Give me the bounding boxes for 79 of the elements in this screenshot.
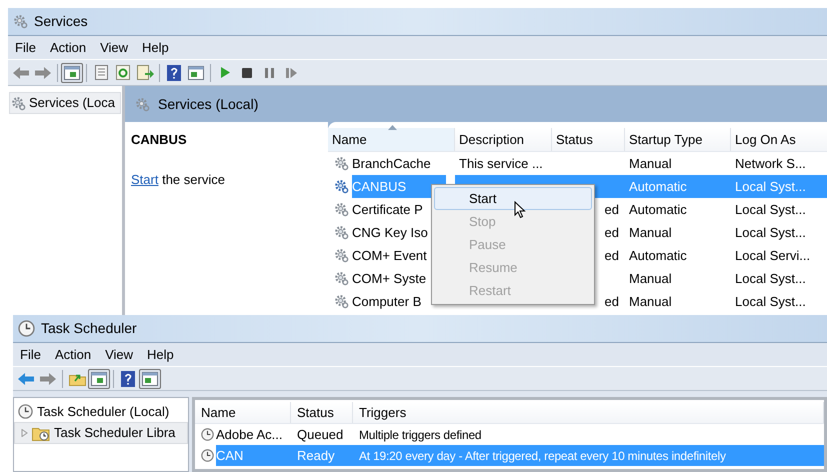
service-name-cell[interactable]: BranchCache	[328, 152, 455, 175]
column-header[interactable]: Name	[195, 402, 291, 423]
export-button[interactable]	[134, 62, 156, 82]
console-tree-button[interactable]	[88, 368, 110, 388]
pause-icon	[264, 68, 274, 78]
menu-item[interactable]: Help	[142, 344, 179, 364]
column-header[interactable]: Startup Type	[625, 128, 731, 151]
table-cell-text: Automatic	[628, 246, 688, 265]
folder-clock-icon	[32, 425, 50, 441]
table-cell-text: Local Syst...	[734, 292, 807, 311]
gear-icon	[334, 294, 349, 309]
table-cell-text: Manual	[628, 270, 673, 288]
gear-icon	[334, 248, 349, 263]
table-cell-text: Manual	[628, 224, 673, 242]
tree-item[interactable]: Task Scheduler (Local)	[14, 401, 188, 422]
column-header[interactable]: Status	[291, 402, 353, 423]
tree-item[interactable]: Task Scheduler Libra	[14, 422, 188, 444]
action-pane-button[interactable]	[139, 368, 161, 388]
clock-icon	[201, 449, 214, 462]
gear-icon	[334, 225, 349, 240]
table-cell-text: Manual	[628, 292, 673, 311]
menu-item[interactable]: File	[10, 38, 41, 58]
table-cell-text: Manual	[628, 154, 673, 173]
mouse-pointer-icon	[514, 201, 526, 219]
clock-icon	[201, 428, 214, 441]
table-cell-text: Queued	[296, 426, 344, 444]
window-title: Task Scheduler	[41, 319, 137, 338]
gear-icon	[334, 156, 349, 171]
stop-icon	[242, 68, 252, 78]
table-cell-text: Local Syst...	[734, 224, 807, 242]
table-cell-text: ed	[604, 224, 620, 242]
table-cell-text: Local Servi...	[734, 246, 812, 265]
tree-label: Task Scheduler (Local)	[37, 402, 170, 421]
menu-item[interactable]: Help	[137, 38, 174, 58]
column-header[interactable]: Status	[552, 128, 625, 151]
table-cell-text: This service ...	[458, 154, 544, 173]
expand-arrow-icon[interactable]	[21, 429, 28, 437]
tree-item[interactable]: Services (Loca	[9, 92, 121, 114]
tree-label: Task Scheduler Libra	[54, 424, 176, 442]
service-title: CANBUS	[131, 131, 188, 149]
column-header[interactable]: Description	[455, 128, 552, 151]
column-header[interactable]: Triggers	[353, 402, 824, 423]
gear-icon	[334, 202, 349, 217]
pane-title: Services (Local)	[158, 94, 258, 114]
table-cell-text: ed	[604, 246, 620, 265]
table-cell: Automatic	[625, 175, 731, 198]
menu-item[interactable]: Action	[50, 344, 96, 364]
table-cell-text: ed	[604, 200, 620, 219]
column-header[interactable]: Log On As	[731, 128, 827, 151]
gear-icon	[334, 271, 349, 286]
clock-icon	[18, 320, 35, 337]
tree-label: Services (Loca	[29, 94, 115, 112]
menu-item[interactable]: File	[15, 344, 46, 364]
table-cell: Local Syst...	[731, 175, 827, 198]
table-cell-text: Multiple triggers defined	[358, 426, 482, 444]
play-icon	[220, 67, 230, 78]
context-menu-item[interactable]: Start	[434, 187, 592, 210]
window-title: Services	[34, 12, 88, 31]
table-cell: At 19:20 every day - After triggered, repeat every 10 minutes indefinitely	[353, 445, 824, 466]
table-cell-text: Automatic	[628, 200, 688, 219]
table-cell-text: ed	[604, 292, 620, 311]
menu-item[interactable]: View	[100, 344, 138, 364]
resume-icon	[286, 68, 296, 78]
table-cell-text: Local Syst...	[734, 200, 807, 219]
table-cell: Ready	[291, 445, 353, 466]
gear-icon	[334, 179, 349, 194]
menu-item[interactable]: Action	[44, 38, 92, 58]
table-cell-text: Local Syst...	[734, 270, 807, 288]
console-tree-button[interactable]	[61, 62, 83, 82]
service-action-text: Start the service	[131, 170, 226, 188]
start-link[interactable]: Start	[131, 172, 158, 186]
column-header[interactable]: Name	[328, 128, 455, 151]
menu-item[interactable]: View	[95, 38, 134, 58]
task-name-cell[interactable]: Adobe Ac...	[195, 424, 291, 445]
clock-icon	[18, 404, 33, 419]
gear-icon	[11, 96, 26, 110]
gear-icon	[13, 14, 28, 29]
table-cell-text: Network S...	[734, 154, 807, 173]
gear-icon	[135, 96, 150, 112]
